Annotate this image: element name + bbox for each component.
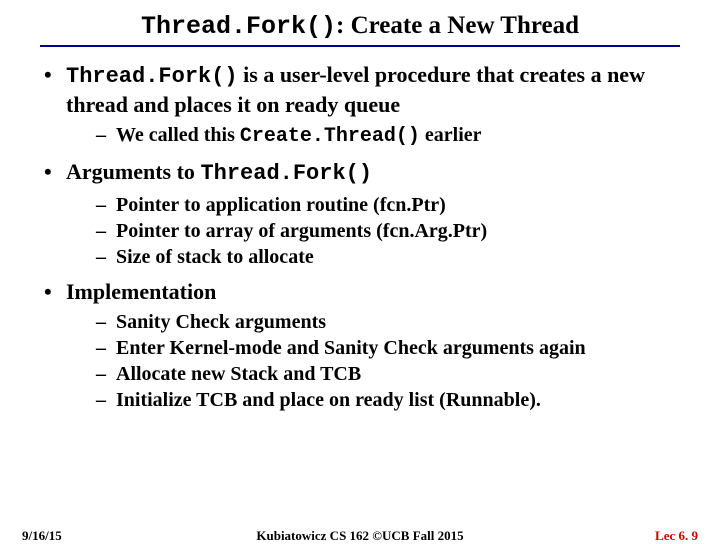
code-text: Thread.Fork() — [200, 161, 372, 186]
sub-item: Initialize TCB and place on ready list (… — [66, 387, 680, 413]
bullet-list: Thread.Fork() is a user-level procedure … — [40, 61, 680, 413]
sub-list: Pointer to application routine (fcn.Ptr)… — [66, 192, 680, 270]
body-text: earlier — [420, 124, 482, 146]
slide-title: Thread.Fork(): Create a New Thread — [40, 12, 680, 47]
footer-center: Kubiatowicz CS 162 ©UCB Fall 2015 — [0, 528, 720, 544]
body-text: Initialize TCB and place on ready list (… — [116, 389, 541, 411]
code-text: Create.Thread() — [240, 125, 420, 148]
bullet-item: Thread.Fork() is a user-level procedure … — [40, 61, 680, 150]
sub-item: Sanity Check arguments — [66, 309, 680, 335]
sub-item: Pointer to array of arguments (fcn.Arg.P… — [66, 218, 680, 244]
body-text: Allocate new Stack and TCB — [116, 363, 361, 385]
body-text: Enter Kernel-mode and Sanity Check argum… — [116, 337, 586, 359]
bullet-item: Implementation Sanity Check arguments Ente… — [40, 278, 680, 414]
slide: Thread.Fork(): Create a New Thread Threa… — [0, 0, 720, 413]
footer-lec: Lec 6. 9 — [655, 528, 698, 544]
body-text: Pointer to application routine (fcn.Ptr) — [116, 194, 446, 216]
body-text: Arguments to — [66, 159, 200, 184]
body-text: Size of stack to allocate — [116, 246, 314, 268]
sub-list: Sanity Check arguments Enter Kernel-mode … — [66, 309, 680, 413]
sub-item: Pointer to application routine (fcn.Ptr) — [66, 192, 680, 218]
sub-list: We called this Create.Thread() earlier — [66, 122, 680, 150]
code-text: Thread.Fork() — [66, 64, 238, 89]
sub-item: Allocate new Stack and TCB — [66, 361, 680, 387]
title-code: Thread.Fork() — [141, 12, 336, 41]
body-text: Implementation — [66, 279, 216, 304]
body-text: Sanity Check arguments — [116, 311, 326, 333]
sub-item: We called this Create.Thread() earlier — [66, 122, 680, 150]
sub-item: Size of stack to allocate — [66, 244, 680, 270]
title-rest: : Create a New Thread — [336, 12, 579, 39]
body-text: We called this — [116, 124, 240, 146]
sub-item: Enter Kernel-mode and Sanity Check argum… — [66, 335, 680, 361]
bullet-item: Arguments to Thread.Fork() Pointer to app… — [40, 158, 680, 270]
body-text: Pointer to array of arguments (fcn.Arg.P… — [116, 220, 487, 242]
